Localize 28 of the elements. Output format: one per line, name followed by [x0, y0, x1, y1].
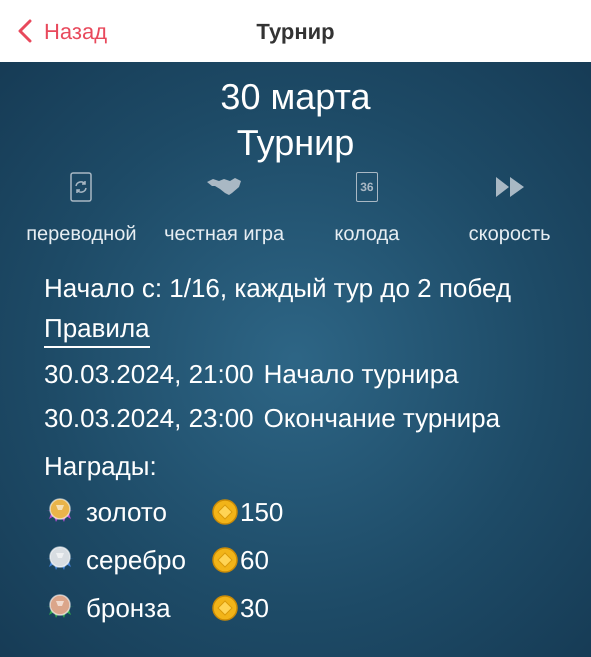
feature-label: переводной: [26, 222, 137, 247]
back-button[interactable]: Назад: [0, 14, 108, 48]
schedule-time: 30.03.2024, 23:00: [44, 402, 254, 435]
chevron-left-icon: [18, 19, 32, 43]
screen-title: Турнир: [256, 18, 335, 46]
rewards-title: Награды:: [44, 450, 157, 483]
reward-amount: 150: [240, 496, 284, 529]
rules-link[interactable]: Правила: [44, 310, 150, 348]
feature-label: скорость: [468, 222, 551, 247]
coin-icon: [212, 595, 238, 621]
schedule-event: Окончание турнира: [264, 402, 500, 435]
tournament-date: 30 марта: [220, 75, 371, 119]
reward-name: серебро: [86, 544, 187, 577]
schedule-event: Начало турнира: [264, 358, 459, 391]
coin-icon: [212, 547, 238, 573]
feature-label: честная игра: [164, 222, 284, 247]
feature-label: колода: [334, 222, 400, 247]
reward-amount: 60: [240, 544, 269, 577]
fast-forward-icon: [494, 176, 525, 198]
start-info: Начало с: 1/16, каждый тур до 2 побед: [44, 272, 512, 305]
reward-amount: 30: [240, 592, 269, 625]
deck-card-icon: 36: [356, 172, 378, 202]
tournament-name: Турнир: [236, 121, 354, 165]
schedule-time: 30.03.2024, 21:00: [44, 358, 254, 391]
reward-name: золото: [86, 496, 168, 529]
reward-name: бронза: [86, 592, 172, 625]
card-refresh-icon: [70, 172, 92, 202]
coin-icon: [212, 499, 238, 525]
